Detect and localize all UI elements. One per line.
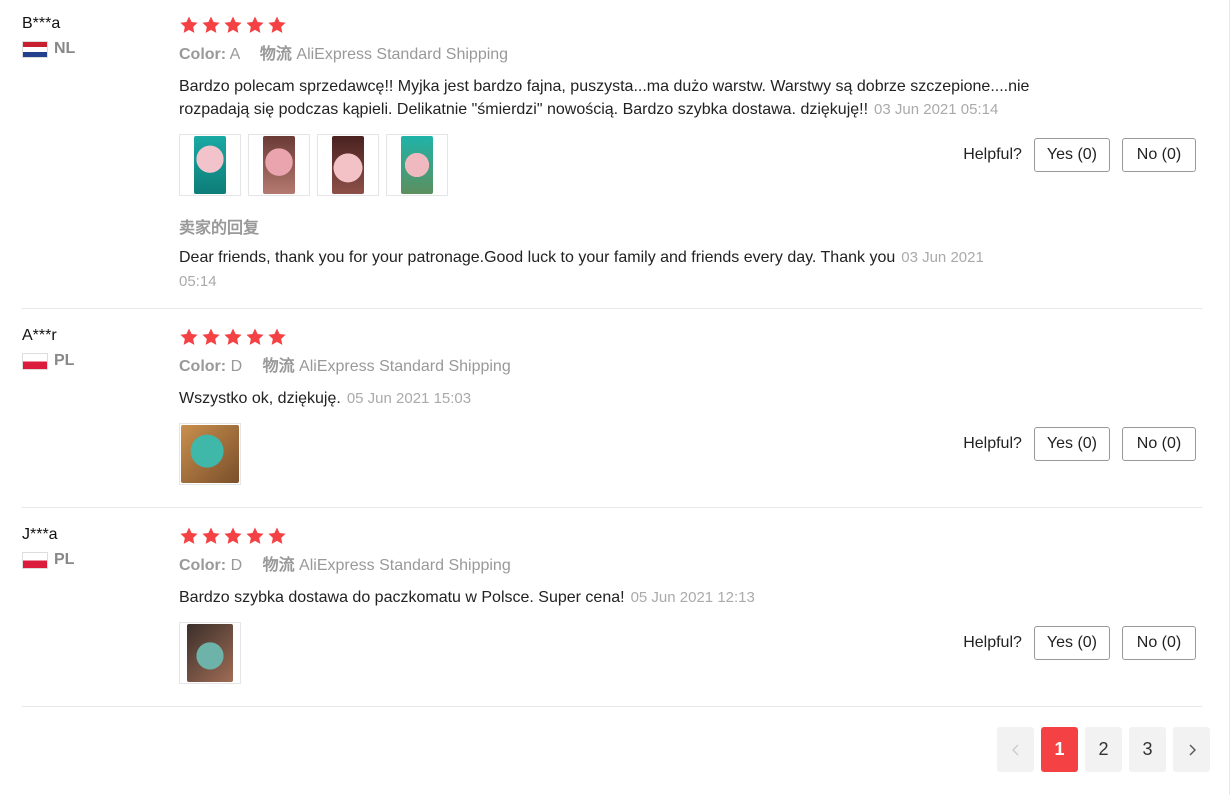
color-value: A — [229, 46, 240, 63]
star-icon — [202, 527, 220, 544]
review-item: A***r PL Color: D 物流 AliExpress Standard… — [22, 326, 1202, 508]
color-value: D — [230, 557, 243, 574]
poland-flag-icon — [22, 352, 48, 370]
review-time: 03 Jun 2021 05:14 — [874, 101, 999, 118]
photo-image — [332, 136, 364, 194]
country-code: PL — [54, 551, 75, 568]
reviewer-info: B***a NL — [22, 14, 162, 58]
pagination: 1 2 3 — [997, 727, 1210, 772]
star-icon — [246, 328, 264, 345]
star-rating — [179, 14, 1199, 36]
seller-reply-title: 卖家的回复 — [179, 220, 260, 237]
poland-flag-icon — [22, 551, 48, 569]
review-text: Bardzo polecam sprzedawcę!! Myjka jest b… — [179, 75, 1079, 121]
shipping-value: AliExpress Standard Shipping — [299, 557, 511, 574]
shipping-label: 物流 — [262, 358, 295, 375]
reviewer-country: PL — [22, 551, 162, 569]
review-item: B***a NL Color: A 物流 AliExpress Standard… — [22, 14, 1202, 309]
reviews-panel: B***a NL Color: A 物流 AliExpress Standard… — [0, 0, 1230, 795]
star-icon — [224, 16, 242, 33]
star-icon — [246, 16, 264, 33]
page-button-3[interactable]: 3 — [1129, 727, 1166, 772]
star-icon — [202, 328, 220, 345]
reviewer-country: NL — [22, 40, 162, 58]
photo-image — [401, 136, 433, 194]
star-rating — [179, 525, 1199, 547]
color-label: Color: — [179, 557, 227, 574]
reviewer-info: A***r PL — [22, 326, 162, 370]
reviewer-country: PL — [22, 352, 162, 370]
star-icon — [180, 527, 198, 544]
color-label: Color: — [179, 46, 227, 63]
page-button-1[interactable]: 1 — [1041, 727, 1078, 772]
helpful-yes-button[interactable]: Yes (0) — [1033, 427, 1110, 461]
star-icon — [202, 16, 220, 33]
review-body: Bardzo szybka dostawa do paczkomatu w Po… — [179, 589, 625, 606]
reviewer-name: J***a — [22, 526, 58, 543]
review-photo[interactable] — [179, 134, 241, 196]
netherlands-flag-icon — [22, 40, 48, 58]
seller-reply-body: Dear friends, thank you for your patrona… — [179, 249, 896, 266]
shipping-label: 物流 — [259, 46, 292, 63]
review-content: Color: D 物流 AliExpress Standard Shipping… — [179, 525, 1199, 684]
review-item: J***a PL Color: D 物流 AliExpress Standard… — [22, 525, 1202, 707]
country-code: PL — [54, 352, 75, 369]
review-content: Color: D 物流 AliExpress Standard Shipping… — [179, 326, 1199, 485]
star-icon — [180, 328, 198, 345]
page-button-2[interactable]: 2 — [1085, 727, 1122, 772]
review-meta: Color: D 物流 AliExpress Standard Shipping — [179, 556, 1199, 576]
photo-image — [187, 624, 233, 682]
chevron-left-icon — [1011, 744, 1018, 755]
shipping-value: AliExpress Standard Shipping — [296, 46, 509, 63]
review-photo[interactable] — [317, 134, 379, 196]
review-time: 05 Jun 2021 15:03 — [346, 390, 472, 407]
reviewer-info: J***a PL — [22, 525, 162, 569]
star-icon — [246, 527, 264, 544]
country-code: NL — [54, 40, 76, 57]
star-icon — [224, 527, 242, 544]
seller-reply: Dear friends, thank you for your patrona… — [179, 246, 1019, 294]
photo-image — [194, 136, 226, 194]
review-text: Bardzo szybka dostawa do paczkomatu w Po… — [179, 586, 1199, 609]
color-value: D — [230, 358, 243, 375]
helpful-no-button[interactable]: No (0) — [1122, 427, 1196, 461]
star-icon — [268, 527, 286, 544]
star-icon — [268, 328, 286, 345]
helpful-yes-button[interactable]: Yes (0) — [1033, 138, 1110, 172]
review-photo[interactable] — [179, 423, 241, 485]
review-photo[interactable] — [248, 134, 310, 196]
helpful-no-button[interactable]: No (0) — [1122, 626, 1196, 660]
shipping-label: 物流 — [262, 557, 295, 574]
star-icon — [268, 16, 286, 33]
helpful-label: Helpful? — [963, 146, 1022, 163]
reviewer-name: A***r — [22, 327, 57, 344]
photo-image — [263, 136, 295, 194]
helpful-controls: Helpful? Yes (0) No (0) — [963, 138, 1196, 172]
star-rating — [179, 326, 1199, 348]
helpful-label: Helpful? — [963, 435, 1022, 452]
prev-page-button[interactable] — [997, 727, 1034, 772]
review-photo[interactable] — [386, 134, 448, 196]
review-time: 05 Jun 2021 12:13 — [630, 589, 755, 606]
reviewer-name: B***a — [22, 15, 61, 32]
helpful-controls: Helpful? Yes (0) No (0) — [963, 626, 1196, 660]
color-label: Color: — [179, 358, 227, 375]
review-meta: Color: A 物流 AliExpress Standard Shipping — [179, 45, 1199, 65]
star-icon — [224, 328, 242, 345]
review-photo[interactable] — [179, 622, 241, 684]
helpful-controls: Helpful? Yes (0) No (0) — [963, 427, 1196, 461]
review-body: Wszystko ok, dziękuję. — [179, 390, 341, 407]
next-page-button[interactable] — [1173, 727, 1210, 772]
helpful-label: Helpful? — [963, 634, 1022, 651]
review-text: Wszystko ok, dziękuję. 05 Jun 2021 15:03 — [179, 387, 1199, 410]
helpful-no-button[interactable]: No (0) — [1122, 138, 1196, 172]
review-meta: Color: D 物流 AliExpress Standard Shipping — [179, 357, 1199, 377]
helpful-yes-button[interactable]: Yes (0) — [1033, 626, 1110, 660]
star-icon — [180, 16, 198, 33]
chevron-right-icon — [1189, 744, 1196, 755]
shipping-value: AliExpress Standard Shipping — [299, 358, 511, 375]
photo-image — [181, 425, 239, 483]
